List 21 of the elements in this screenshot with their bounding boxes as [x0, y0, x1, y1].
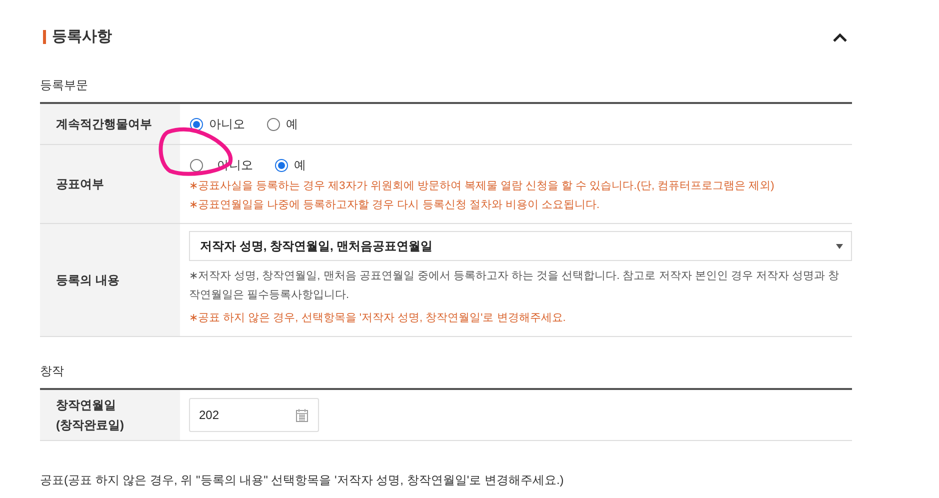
radio-option[interactable]: 예: [275, 156, 306, 174]
note-text: ∗공표 하지 않은 경우, 선택항목을 '저작자 성명, 창작연월일'로 변경해주세요.: [189, 311, 567, 326]
radio-option[interactable]: 아니오: [190, 115, 245, 133]
note-text: ∗공표사실을 등록하는 경우 제3자가 위원회에 방문하여 복제물 열람 신청을 할 수 있습니다.(단, 컴퓨터프로그램은 제외): [189, 179, 776, 194]
chevron-up-icon: [833, 32, 847, 42]
radio-option[interactable]: 예: [267, 115, 298, 133]
row-label: 등록의 내용: [56, 272, 120, 289]
row-label: 공표여부: [56, 176, 104, 193]
note-text: ∗공표연월일을 나중에 등록하고자할 경우 다시 등록신청 절차와 비용이 소요됩니다.: [189, 198, 601, 213]
group-title: 창작: [40, 363, 65, 380]
note-text: ∗저작자 성명, 창작연월일, 맨처음 공표연월일 중에서 등록하고자 하는 것을 선택합니다. 참고로 저작자 본인인 경우 저작자 성명과 창작연월일은 필수등록사항입니다.: [189, 269, 840, 303]
row-label: 창작연월일 (창작완료일): [56, 397, 124, 434]
footer-note: 공표(공표 하지 않은 경우, 위 "등록의 내용" 선택항목을 '저작자 성명, 창작연월일'로 변경해주세요.): [40, 472, 565, 489]
title-marker: [43, 30, 46, 44]
calendar-icon: [296, 408, 308, 422]
caret-icon: [836, 244, 843, 248]
group-title: 등록부문: [40, 77, 89, 94]
select-dropdown[interactable]: 저작자 성명, 창작연월일, 맨처음공표연월일: [189, 231, 852, 261]
date-field[interactable]: 202: [189, 398, 319, 432]
row-label: 계속적간행물여부: [56, 116, 152, 133]
section-title: 등록사항: [52, 26, 112, 47]
